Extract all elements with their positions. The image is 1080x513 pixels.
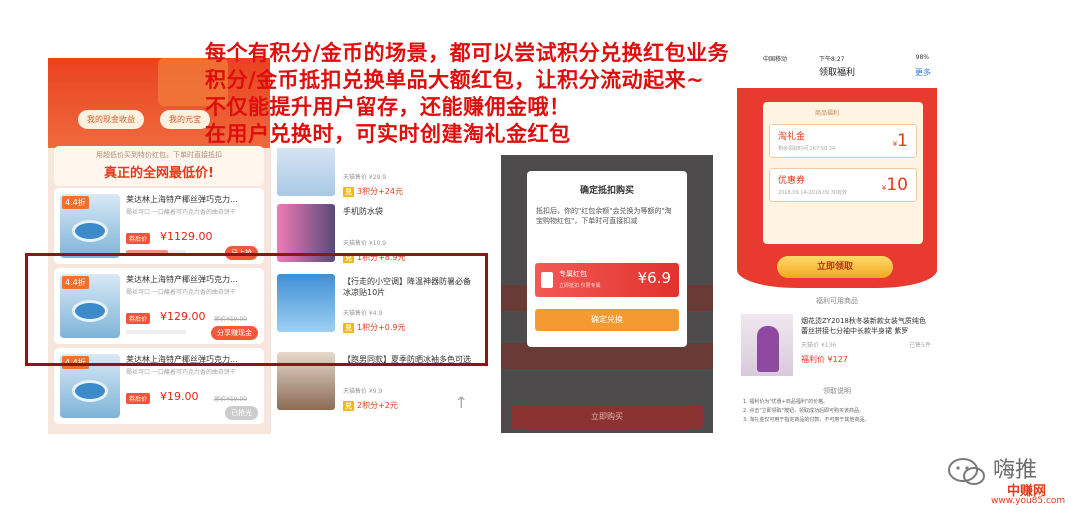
product-image [277,148,335,196]
product-subtitle: 椰丝可口 一口蘸着可巧克力香的曲奇饼干 [126,369,236,376]
product-image [741,314,793,376]
lowest-price-banner: 用超低价买到特价红包，下单时直接抵扣 真正的全网最低价! [54,146,264,186]
sold-out-button[interactable]: 已抢光 [225,406,258,420]
coupon-taolijin: 淘礼金 剩余领取时间 267:50:24 ¥1 [769,124,917,158]
red-packet: 专属红包 立即抵扣 仅限专属 ¥6.9 [535,263,679,297]
coupon-desc: 剩余领取时间 267:50:24 [778,146,836,152]
headline-line: 不仅能提升用户留存，还能赚佣金哦！ [205,95,571,119]
red-packet-icon [541,272,553,288]
confirm-modal-panel: 确定抵扣购买 抵扣后，你的"红包余额"会兑换为等额的"淘宝购物红包"，下单时可直… [501,155,713,433]
more-link[interactable]: 更多 [915,64,931,82]
coupon-discount: 优惠券 2018.09.14-2018.09.30有效 ¥10 [769,168,917,202]
product-price: ¥19.00 [160,390,199,403]
list-item[interactable]: 天猫售价 ¥29.9 兑 3积分+24元 [277,148,473,202]
confirm-modal: 确定抵扣购买 抵扣后，你的"红包余额"会兑换为等额的"淘宝购物红包"，下单时可直… [527,171,687,347]
wechat-icon [948,458,985,485]
modal-text: 抵扣后，你的"红包余额"会兑换为等额的"淘宝购物红包"，下单时可直接扣减 [536,207,672,225]
coupon-container: 商品福利 淘礼金 剩余领取时间 267:50:24 ¥1 优惠券 2018.09… [763,102,923,244]
headline: 每个有积分/金币的场景，都可以尝试积分兑换红包业务 积分/金币抵扣兑换单品大额红… [205,40,765,148]
rule-item: 1. 福利价为"优惠+商品福利"的价格。 [743,399,829,405]
market-price: 天猫价 ¥136 [801,342,837,349]
price-tag: 券后价 [126,393,151,404]
nav-bar: 领取福利 更多 [737,64,937,84]
cash-earnings-chip[interactable]: 我的现金收益 [78,110,144,129]
sold-count: 已售5件 [909,342,931,349]
market-price: 天猫售价 ¥10.9 [343,240,387,247]
product-name: 手机防水袋 [343,207,383,216]
banner-subtitle: 用超低价买到特价红包，下单时直接抵扣 [96,151,222,159]
headline-line: 每个有积分/金币的场景，都可以尝试积分兑换红包业务 [205,41,730,65]
product-name: 烟花烫ZY2018秋冬装新款女装气质纯色蕾丝拼接七分袖中长款半身裙 紫罗 [801,317,926,335]
welfare-phone-panel: 中国移动 下午8:27 98% 领取福利 更多 商品福利 淘礼金 剩余领取时间 … [737,52,937,434]
headline-line: 积分/金币抵扣兑换单品大额红包，让积分流动起来~ [205,68,705,92]
market-price: 天猫售价 ¥9.9 [343,388,383,395]
highlight-box [25,253,488,366]
page-title: 领取福利 [818,68,855,78]
market-price: 天猫售价 ¥29.9 [343,174,387,181]
product-price: ¥1129.00 [160,230,213,243]
status-bar: 中国移动 下午8:27 98% [737,52,937,64]
rule-item: 3. 淘礼金仅可用于指定商品的付款，不可用于其他商品。 [743,417,870,423]
product-title: 莱达林上海特产椰丝弹巧克力... [126,195,238,204]
points-price: 兑 2积分+2元 [343,401,398,411]
exchange-badge: 兑 [343,187,354,197]
screenshot-collage: 我的现金收益 我的元宝 用超低价买到特价红包，下单时直接抵扣 真正的全网最低价!… [0,0,1080,513]
carrier: 中国移动 [763,56,788,63]
yuanbao-chip[interactable]: 我的元宝 [160,110,210,129]
product-subtitle: 椰丝可口 一口蘸着可巧克力香的曲奇饼干 [126,209,236,216]
section-title: 福利可用商品 [816,297,858,305]
welfare-price: 福利价 ¥127 [801,355,848,364]
watermark: 嗨推 中赚网 www.you85.com [947,452,1077,510]
coupon-desc: 2018.09.14-2018.09.30有效 [778,190,848,196]
section-title: 领取说明 [823,387,851,395]
rule-item: 2. 点击"立即领取"按钮，领取成功后即可购买该商品。 [743,408,864,414]
coupon-value: ¥10 [881,175,908,195]
watermark-url: www.you85.com [991,496,1066,506]
card-header: 商品福利 [815,110,840,117]
original-price: 原价¥59.00 [214,396,247,403]
packet-amount: ¥6.9 [637,269,671,287]
back-to-top-icon[interactable]: ↑ [455,393,468,412]
price-tag: 券后价 [126,233,151,244]
claim-now-button[interactable]: 立即领取 [777,256,893,278]
welfare-product[interactable]: 烟花烫ZY2018秋冬装新款女装气质纯色蕾丝拼接七分袖中长款半身裙 紫罗 天猫价… [741,314,933,378]
confirm-exchange-button[interactable]: 确定兑换 [535,309,679,331]
welfare-card: 商品福利 淘礼金 剩余领取时间 267:50:24 ¥1 优惠券 2018.09… [737,88,937,288]
points-price: 兑 3积分+24元 [343,187,403,197]
battery: 98% [915,54,929,61]
coupon-name: 淘礼金 [778,132,806,142]
packet-desc: 立即抵扣 仅限专属 [559,283,601,289]
banner-title: 真正的全网最低价! [104,166,214,181]
discount-badge: 4.4折 [62,196,89,209]
exchange-badge: 兑 [343,401,354,411]
packet-name: 专属红包 [559,270,587,278]
modal-title: 确定抵扣购买 [579,186,634,196]
headline-line: 在用户兑换时，可实时创建淘礼金红包 [205,122,571,146]
coupon-value: ¥1 [892,131,908,151]
buy-now-button[interactable]: 立即购买 [511,405,703,429]
rules-list: 1. 福利价为"优惠+商品福利"的价格。 2. 点击"立即领取"按钮，领取成功后… [743,398,931,425]
coupon-name: 优惠券 [778,176,806,186]
status-time: 下午8:27 [819,56,845,63]
